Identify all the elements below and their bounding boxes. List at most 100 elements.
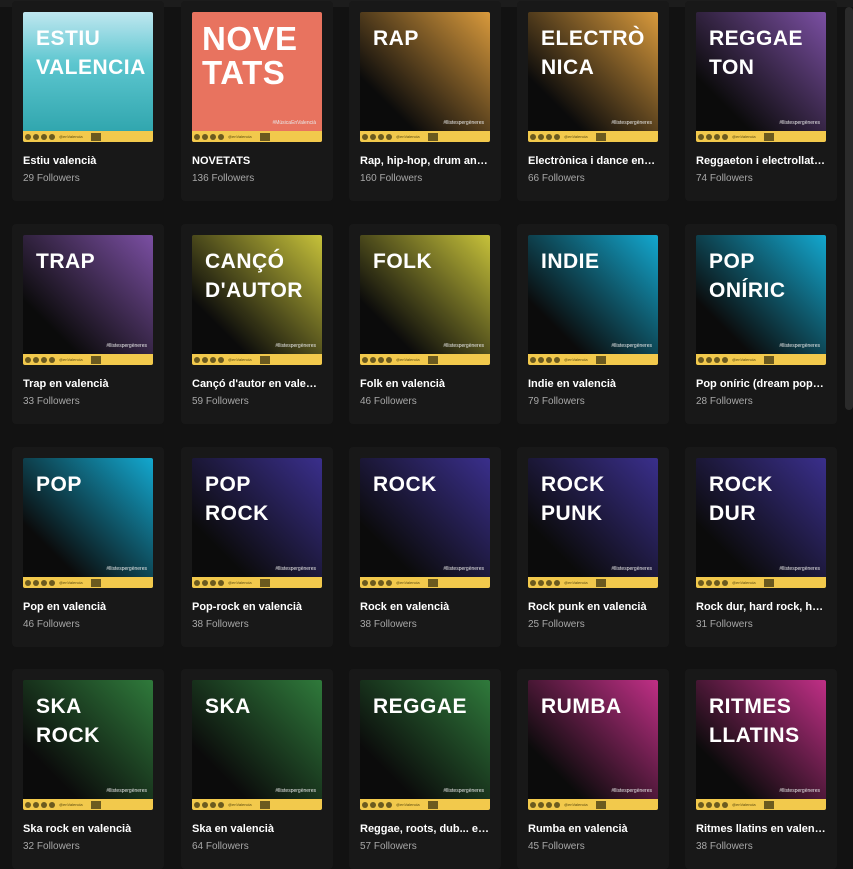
playlist-cover[interactable]: ELECTRÒ NICA #llistespergèneres @enValenci… — [528, 12, 658, 142]
playlist-card[interactable]: NOVE TATS #MúsicaEnValencià @enValencia NOV… — [181, 1, 333, 201]
playlist-title[interactable]: Indie en valencià — [528, 378, 658, 390]
playlist-card[interactable]: RITMES LLATINS #llistespergèneres @enValen… — [685, 669, 837, 869]
social-icon — [698, 579, 704, 586]
social-icon — [546, 356, 552, 363]
playlist-title[interactable]: Ska en valencià — [192, 823, 322, 835]
playlist-cover[interactable]: INDIE #llistespergèneres @enValencia — [528, 235, 658, 365]
playlist-title[interactable]: Rumba en valencià — [528, 823, 658, 835]
playlist-card[interactable]: RAP #llistespergèneres @enValencia Rap, hip… — [349, 1, 501, 201]
playlist-cover[interactable]: ROCK #llistespergèneres @enValencia — [360, 458, 490, 588]
social-icon — [714, 801, 720, 808]
playlist-card[interactable]: POP ONÍRIC #llistespergèneres @enValencia P… — [685, 224, 837, 424]
cover-handle: @enValencia — [228, 134, 252, 139]
playlist-cover[interactable]: ROCK DUR #llistespergèneres @enValencia — [696, 458, 826, 588]
playlist-card[interactable]: REGGAE #llistespergèneres @enValencia Regga… — [349, 669, 501, 869]
cover-hashtag: #llistespergèneres — [779, 566, 820, 572]
playlist-title[interactable]: Pop-rock en valencià — [192, 601, 322, 613]
playlist-cover[interactable]: REGGAE #llistespergèneres @enValencia — [360, 680, 490, 810]
playlist-title[interactable]: Rock punk en valencià — [528, 601, 658, 613]
playlist-card[interactable]: SKA #llistespergèneres @enValencia Ska en v… — [181, 669, 333, 869]
playlist-cover[interactable]: REGGAE TON #llistespergèneres @enValencia — [696, 12, 826, 142]
brand-logo-icon — [595, 800, 606, 809]
playlist-card[interactable]: POP #llistespergèneres @enValencia Pop en v… — [12, 447, 164, 647]
playlist-title[interactable]: Cançó d'autor en valencià — [192, 378, 322, 390]
playlist-cover[interactable]: RITMES LLATINS #llistespergèneres @enValen… — [696, 680, 826, 810]
cover-footer-bar: @enValencia — [23, 354, 153, 365]
social-icon — [722, 579, 728, 586]
social-icon — [218, 579, 224, 586]
playlist-card[interactable]: ELECTRÒ NICA #llistespergèneres @enValenci… — [517, 1, 669, 201]
playlist-followers: 38 Followers — [360, 619, 417, 630]
playlist-title[interactable]: Estiu valencià — [23, 155, 153, 167]
playlist-card[interactable]: ESTIU VALENCIA @enValencia Estiu valencià 2… — [12, 1, 164, 201]
playlist-cover[interactable]: SKA #llistespergèneres @enValencia — [192, 680, 322, 810]
playlist-title[interactable]: Rap, hip-hop, drum and bass en valencià — [360, 155, 490, 167]
playlist-cover[interactable]: RAP #llistespergèneres @enValencia — [360, 12, 490, 142]
playlist-card[interactable]: ROCK PUNK #llistespergèneres @enValencia Ro… — [517, 447, 669, 647]
playlist-followers: 79 Followers — [528, 396, 585, 407]
brand-logo-icon — [259, 132, 270, 141]
playlist-cover[interactable]: RUMBA #llistespergèneres @enValencia — [528, 680, 658, 810]
social-icon — [698, 801, 704, 808]
playlist-cover[interactable]: POP ROCK #llistespergèneres @enValencia — [192, 458, 322, 588]
playlist-followers: 64 Followers — [192, 841, 249, 852]
social-icon — [41, 133, 47, 140]
playlist-title[interactable]: Reggae, roots, dub... en valencià — [360, 823, 490, 835]
playlist-title[interactable]: Pop oníric (dream pop) en valencià — [696, 378, 826, 390]
playlist-followers: 32 Followers — [23, 841, 80, 852]
brand-logo-icon — [595, 578, 606, 587]
playlist-title[interactable]: Folk en valencià — [360, 378, 490, 390]
playlist-card[interactable]: SKA ROCK #llistespergèneres @enValencia Ska… — [12, 669, 164, 869]
cover-title: ROCK PUNK — [541, 473, 605, 525]
playlist-followers: 29 Followers — [23, 173, 80, 184]
brand-logo-icon — [90, 132, 101, 141]
playlist-card[interactable]: POP ROCK #llistespergèneres @enValencia Pop… — [181, 447, 333, 647]
playlist-cover[interactable]: CANÇÓ D'AUTOR #llistespergèneres @enValenc… — [192, 235, 322, 365]
cover-handle: @enValencia — [59, 357, 83, 362]
social-icon — [378, 133, 384, 140]
cover-handle: @enValencia — [564, 357, 588, 362]
scrollbar[interactable] — [845, 7, 853, 410]
brand-logo-icon — [427, 800, 438, 809]
brand-logo-icon — [763, 355, 774, 364]
playlist-cover[interactable]: TRAP #llistespergèneres @enValencia — [23, 235, 153, 365]
playlist-title[interactable]: Rock dur, hard rock, heavy en valencià — [696, 601, 826, 613]
playlist-cover[interactable]: FOLK #llistespergèneres @enValencia — [360, 235, 490, 365]
playlist-title[interactable]: Pop en valencià — [23, 601, 153, 613]
playlist-cover[interactable]: SKA ROCK #llistespergèneres @enValencia — [23, 680, 153, 810]
playlist-card[interactable]: CANÇÓ D'AUTOR #llistespergèneres @enValenc… — [181, 224, 333, 424]
cover-handle: @enValencia — [59, 134, 83, 139]
social-icon — [386, 579, 392, 586]
social-icon — [722, 356, 728, 363]
playlist-followers: 28 Followers — [696, 396, 753, 407]
playlist-card[interactable]: INDIE #llistespergèneres @enValencia Indie … — [517, 224, 669, 424]
playlist-card[interactable]: FOLK #llistespergèneres @enValencia Folk en… — [349, 224, 501, 424]
playlist-card[interactable]: ROCK DUR #llistespergèneres @enValencia Roc… — [685, 447, 837, 647]
social-icon — [362, 133, 368, 140]
cover-handle: @enValencia — [564, 802, 588, 807]
playlist-title[interactable]: NOVETATS — [192, 155, 322, 167]
brand-logo-icon — [595, 355, 606, 364]
cover-title: POP — [36, 473, 82, 496]
playlist-title[interactable]: Trap en valencià — [23, 378, 153, 390]
playlist-card[interactable]: RUMBA #llistespergèneres @enValencia Rumba … — [517, 669, 669, 869]
social-icon — [706, 579, 712, 586]
playlist-title[interactable]: Reggaeton i electrollatí en valencià — [696, 155, 826, 167]
playlist-title[interactable]: Rock en valencià — [360, 601, 490, 613]
playlist-title[interactable]: Ritmes llatins en valencià — [696, 823, 826, 835]
cover-footer-bar: @enValencia — [360, 131, 490, 142]
social-icon — [202, 579, 208, 586]
social-icon — [33, 801, 39, 808]
playlist-cover[interactable]: ESTIU VALENCIA @enValencia — [23, 12, 153, 142]
playlist-card[interactable]: TRAP #llistespergèneres @enValencia Trap en… — [12, 224, 164, 424]
playlist-card[interactable]: ROCK #llistespergèneres @enValencia Rock en… — [349, 447, 501, 647]
playlist-cover[interactable]: NOVE TATS #MúsicaEnValencià @enValencia — [192, 12, 322, 142]
playlist-title[interactable]: Electrònica i dance en valencià — [528, 155, 658, 167]
playlist-title[interactable]: Ska rock en valencià — [23, 823, 153, 835]
playlist-cover[interactable]: POP ONÍRIC #llistespergèneres @enValencia — [696, 235, 826, 365]
playlist-cover[interactable]: POP #llistespergèneres @enValencia — [23, 458, 153, 588]
social-icon — [554, 801, 560, 808]
cover-hashtag: #llistespergèneres — [443, 343, 484, 349]
playlist-card[interactable]: REGGAE TON #llistespergèneres @enValencia R… — [685, 1, 837, 201]
playlist-cover[interactable]: ROCK PUNK #llistespergèneres @enValencia — [528, 458, 658, 588]
